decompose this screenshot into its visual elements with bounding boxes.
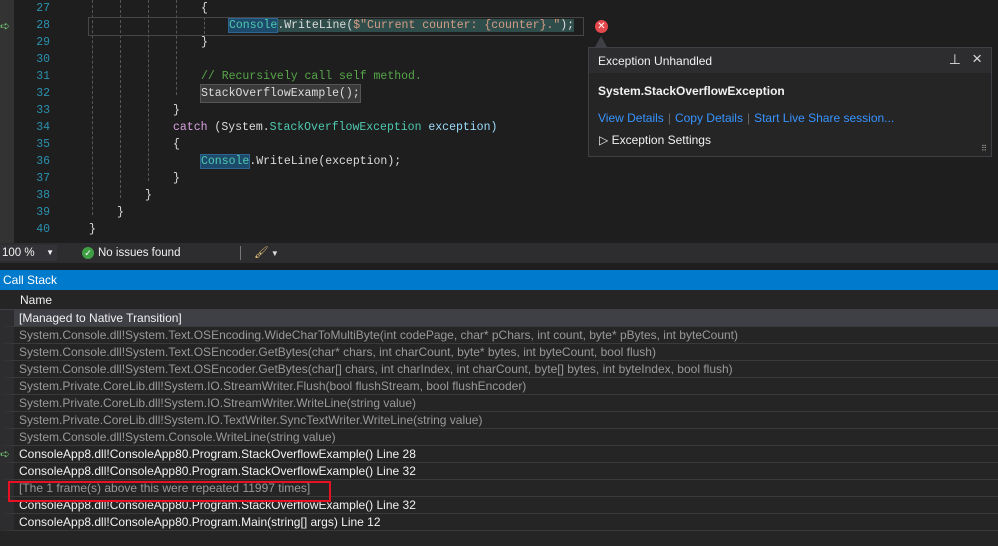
- frame-label: ConsoleApp8.dll!ConsoleApp80.Program.Sta…: [19, 447, 416, 461]
- current-frame-arrow-icon: ➪: [0, 447, 11, 461]
- view-details-link[interactable]: View Details: [598, 111, 664, 125]
- call-stack-row[interactable]: System.Private.CoreLib.dll!System.IO.Str…: [0, 378, 998, 395]
- indent-guide: [176, 0, 177, 95]
- code-line-28: Console.WriteLine($"Current counter: {co…: [227, 17, 575, 34]
- current-statement-arrow-icon: ➪: [0, 19, 11, 33]
- editor-status-bar: 100 % ▼ ✓ No issues found 🖌 ▼: [0, 243, 998, 263]
- line-number: 28: [36, 19, 50, 32]
- zoom-dropdown[interactable]: 100 % ▼: [0, 245, 57, 261]
- call-stack-row[interactable]: System.Console.dll!System.Text.OSEncoder…: [0, 344, 998, 361]
- code-line-31: // Recursively call self method.: [201, 70, 422, 83]
- brace: {: [201, 2, 208, 15]
- issues-label: No issues found: [98, 247, 181, 259]
- code-line-37: }: [173, 172, 180, 185]
- popup-pointer: [595, 36, 607, 47]
- line-number: 29: [36, 36, 50, 49]
- line-number: 40: [36, 223, 50, 236]
- line-number: 37: [36, 172, 50, 185]
- column-header-name[interactable]: Name: [0, 290, 998, 310]
- console-token: Console: [199, 154, 251, 169]
- call-stack-row[interactable]: System.Console.dll!System.Text.OSEncodin…: [0, 327, 998, 344]
- error-icon[interactable]: ✕: [595, 20, 608, 33]
- line-number: 32: [36, 87, 50, 100]
- code-line-34: catch (System.StackOverflowException exc…: [173, 119, 497, 136]
- code-token: exception): [421, 121, 498, 134]
- divider: [240, 246, 241, 260]
- code-line-40: }: [89, 223, 96, 236]
- resize-grip-icon[interactable]: ⠿: [981, 144, 987, 153]
- line-number: 27: [36, 2, 50, 15]
- zoom-level: 100 %: [2, 247, 35, 259]
- keyword: catch: [173, 121, 208, 134]
- exception-settings-expander[interactable]: ▷ Exception Settings: [599, 133, 711, 147]
- code-line-38: }: [145, 189, 152, 202]
- code-token: (System.: [207, 121, 270, 134]
- pin-icon[interactable]: ⊥: [949, 51, 961, 68]
- call-stack-title-bar[interactable]: Call Stack: [0, 270, 998, 290]
- chevron-down-icon: ▼: [46, 248, 54, 257]
- call-stack-row[interactable]: System.Private.CoreLib.dll!System.IO.Tex…: [0, 412, 998, 429]
- live-share-link[interactable]: Start Live Share session...: [754, 111, 894, 125]
- exception-name: System.StackOverflowException: [598, 84, 785, 98]
- line-number: 34: [36, 121, 50, 134]
- line-number: 39: [36, 206, 50, 219]
- code-cleanup-brush-icon[interactable]: 🖌 ▼: [254, 245, 279, 259]
- popup-title: Exception Unhandled: [589, 48, 991, 73]
- string-literal: $"Current counter: {counter}.": [353, 19, 561, 32]
- exception-helper-popup: Exception Unhandled ⊥ × System.StackOver…: [588, 47, 992, 157]
- expand-triangle-icon: ▷: [599, 133, 609, 147]
- panel-title: Call Stack: [3, 273, 58, 287]
- code-token: .WriteLine(: [277, 19, 354, 32]
- code-line-27: {: [201, 0, 208, 17]
- code-line-39: }: [117, 206, 124, 219]
- popup-links: View Details | Copy Details | Start Live Sha…: [598, 111, 895, 125]
- code-line-36: Console.WriteLine(exception);: [199, 153, 402, 170]
- type-name: StackOverflowException: [269, 121, 422, 134]
- close-icon[interactable]: ×: [972, 49, 982, 69]
- call-stack-row[interactable]: System.Private.CoreLib.dll!System.IO.Str…: [0, 395, 998, 412]
- editor-margin: [0, 0, 14, 243]
- code-line-35: {: [173, 138, 180, 151]
- highlight-annotation-box: [8, 481, 331, 502]
- line-number: 30: [36, 53, 50, 66]
- call-stack-row[interactable]: ConsoleApp8.dll!ConsoleApp80.Program.Sta…: [0, 463, 998, 480]
- call-stack-row[interactable]: System.Console.dll!System.Console.WriteL…: [0, 429, 998, 446]
- console-token: Console: [227, 18, 279, 33]
- line-number: 31: [36, 70, 50, 83]
- check-icon: ✓: [82, 247, 94, 259]
- code-token: );: [560, 19, 575, 32]
- call-stack-row[interactable]: ConsoleApp8.dll!ConsoleApp80.Program.Mai…: [0, 514, 998, 531]
- code-line-32: StackOverflowExample();: [200, 84, 361, 103]
- line-number: 36: [36, 155, 50, 168]
- copy-details-link[interactable]: Copy Details: [675, 111, 743, 125]
- exception-settings-label: Exception Settings: [611, 133, 711, 147]
- code-line-29: }: [201, 34, 208, 51]
- issues-indicator[interactable]: ✓ No issues found: [82, 246, 180, 260]
- code-token: .WriteLine(exception);: [249, 155, 402, 168]
- line-number: 38: [36, 189, 50, 202]
- call-stack-row[interactable]: System.Console.dll!System.Text.OSEncoder…: [0, 361, 998, 378]
- brace: }: [201, 36, 208, 49]
- code-editor[interactable]: ➪ 27 28 29 30 31 32 33 34 35 36 37 38 39…: [0, 0, 998, 243]
- call-stack-row[interactable]: [Managed to Native Transition]: [0, 310, 998, 327]
- code-line-33: }: [173, 104, 180, 117]
- call-stack-row-current[interactable]: ➪ ConsoleApp8.dll!ConsoleApp80.Program.St…: [0, 446, 998, 463]
- line-number: 35: [36, 138, 50, 151]
- line-number: 33: [36, 104, 50, 117]
- call-stack-panel: Name [Managed to Native Transition] Syst…: [0, 290, 998, 546]
